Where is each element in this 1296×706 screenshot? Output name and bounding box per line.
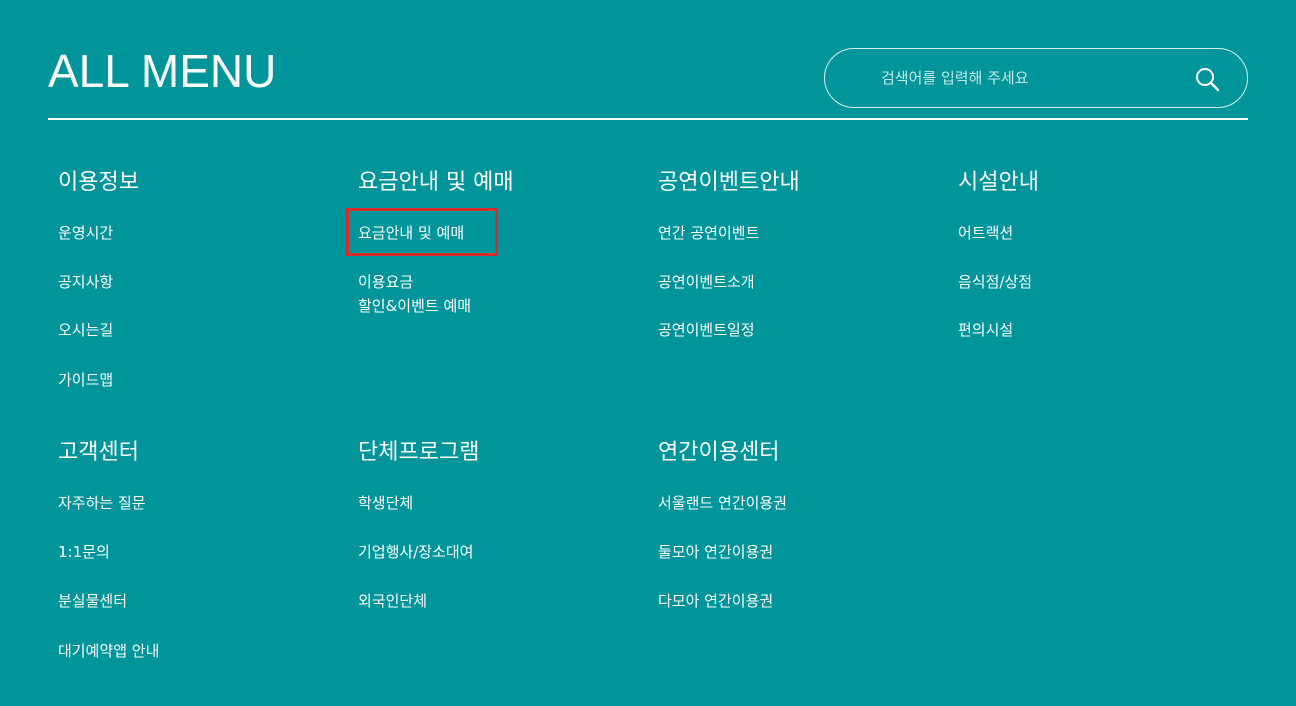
menu-section-info: 이용정보 운영시간 공지사항 오시는길 가이드맵	[58, 168, 139, 389]
menu-item-faq[interactable]: 자주하는 질문	[58, 491, 146, 515]
menu-header: ALL MENU	[48, 0, 1248, 120]
search-icon	[1196, 68, 1220, 92]
menu-item-corporate-events[interactable]: 기업행사/장소대여	[358, 540, 473, 564]
menu-section-ticket: 요금안내 및 예매 요금안내 및 예매 이용요금 할인&이벤트 예매	[346, 168, 514, 315]
menu-section-facility: 시설안내 어트랙션 음식점/상점 편의시설	[958, 168, 1039, 339]
section-title: 이용정보	[58, 170, 139, 195]
search-input[interactable]	[881, 63, 1181, 93]
menu-item-foreign-group[interactable]: 외국인단체	[358, 589, 427, 613]
menu-item-inquiry[interactable]: 1:1문의	[58, 540, 110, 564]
menu-item-event-intro[interactable]: 공연이벤트소개	[658, 270, 755, 294]
menu-item-event-schedule[interactable]: 공연이벤트일정	[658, 318, 755, 342]
menu-item-lost-found[interactable]: 분실물센터	[58, 589, 127, 613]
menu-section-group: 단체프로그램 학생단체 기업행사/장소대여 외국인단체	[358, 438, 480, 610]
menu-item-dulmoa-pass[interactable]: 둘모아 연간이용권	[658, 540, 773, 564]
menu-item-guide-map[interactable]: 가이드맵	[58, 368, 113, 392]
menu-item-student-group[interactable]: 학생단체	[358, 491, 413, 515]
menu-section-annual: 연간이용센터 서울랜드 연간이용권 둘모아 연간이용권 다모아 연간이용권	[658, 438, 787, 610]
menu-item-discount-booking[interactable]: 할인&이벤트 예매	[358, 294, 471, 318]
menu-item-hours[interactable]: 운영시간	[58, 221, 113, 245]
menu-section-event: 공연이벤트안내 연간 공연이벤트 공연이벤트소개 공연이벤트일정	[658, 168, 800, 339]
menu-item-notice[interactable]: 공지사항	[58, 270, 113, 294]
menu-item-attractions[interactable]: 어트랙션	[958, 221, 1013, 245]
menu-item-annual-events[interactable]: 연간 공연이벤트	[658, 221, 759, 245]
section-title: 요금안내 및 예매	[358, 170, 514, 195]
section-title: 단체프로그램	[358, 440, 480, 465]
section-title: 공연이벤트안내	[658, 170, 800, 195]
menu-item-seoulland-pass[interactable]: 서울랜드 연간이용권	[658, 491, 787, 515]
section-title: 연간이용센터	[658, 440, 780, 465]
menu-item-ticket-booking[interactable]: 요금안내 및 예매	[346, 208, 498, 256]
search-button[interactable]	[1193, 65, 1223, 93]
page-title: ALL MENU	[48, 45, 277, 97]
menu-item-fees[interactable]: 이용요금	[358, 270, 413, 294]
menu-item-directions[interactable]: 오시는길	[58, 318, 113, 342]
menu-item-damoa-pass[interactable]: 다모아 연간이용권	[658, 589, 773, 613]
menu-item-label: 요금안내 및 예매	[358, 224, 465, 242]
section-title: 시설안내	[958, 170, 1039, 195]
search-box	[824, 48, 1248, 108]
menu-section-customer: 고객센터 자주하는 질문 1:1문의 분실물센터 대기예약앱 안내	[58, 438, 159, 660]
section-title: 고객센터	[58, 440, 139, 465]
menu-item-amenities[interactable]: 편의시설	[958, 318, 1013, 342]
menu-item-waiting-app[interactable]: 대기예약앱 안내	[58, 639, 159, 663]
menu-item-restaurants-shops[interactable]: 음식점/상점	[958, 270, 1032, 294]
